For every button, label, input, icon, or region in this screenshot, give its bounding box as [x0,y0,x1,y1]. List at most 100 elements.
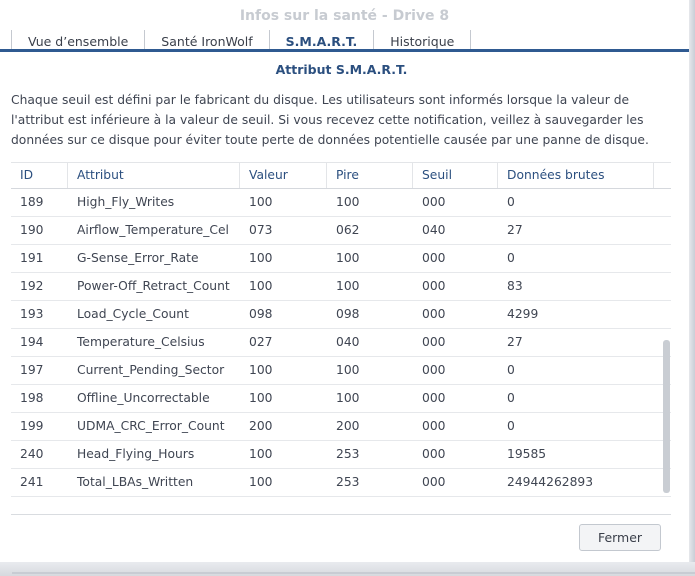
cell-value: 098 [249,307,273,321]
cell-worst: 253 [336,447,360,461]
table-row[interactable]: 193 Load_Cycle_Count 098 098 000 4299 [11,301,671,329]
cell-raw-data: 24944262893 [507,475,594,489]
table-row[interactable]: 197 Current_Pending_Sector 100 100 000 0 [11,357,671,385]
column-header-raw-data[interactable]: Données brutes [498,163,654,188]
cell-id: 193 [20,307,44,321]
cell-value: 100 [249,475,273,489]
cell-attribute: Total_LBAs_Written [77,475,194,489]
cell-worst: 253 [336,475,360,489]
window-title: Infos sur la santé - Drive 8 [239,8,450,24]
cell-id: 189 [20,195,44,209]
cell-threshold: 000 [422,195,446,209]
table-row[interactable]: 198 Offline_Uncorrectable 100 100 000 0 [11,385,671,413]
health-info-dialog: Infos sur la santé - Drive 8 Vue d’ensem… [0,0,695,576]
smart-attributes-table: ID Attribut Valeur Pire Seuil Données br… [11,162,671,502]
cell-raw-data: 27 [507,335,523,349]
cell-attribute: Power-Off_Retract_Count [77,279,230,293]
cell-threshold: 000 [422,363,446,377]
cell-id: 198 [20,391,44,405]
cell-raw-data: 0 [507,363,515,377]
close-button[interactable]: Fermer [579,524,661,551]
cell-value: 100 [249,391,273,405]
table-row[interactable]: 192 Power-Off_Retract_Count 100 100 000 83 [11,273,671,301]
cell-value: 073 [249,223,273,237]
table-row[interactable]: 194 Temperature_Celsius 027 040 000 27 [11,329,671,357]
cell-raw-data: 83 [507,279,523,293]
smart-description: Chaque seuil est défini par le fabricant… [11,93,649,147]
column-header-id[interactable]: ID [11,163,68,188]
cell-value: 100 [249,279,273,293]
cell-id: 190 [20,223,44,237]
cell-value: 027 [249,335,273,349]
cell-threshold: 000 [422,475,446,489]
cell-threshold: 000 [422,279,446,293]
cell-attribute: Load_Cycle_Count [77,307,189,321]
cell-id: 240 [20,447,44,461]
cell-value: 200 [249,419,273,433]
cell-raw-data: 4299 [507,307,539,321]
cell-raw-data: 0 [507,251,515,265]
column-header-threshold[interactable]: Seuil [413,163,498,188]
table-scrollbar[interactable] [663,340,670,493]
cell-raw-data: 0 [507,195,515,209]
cell-value: 100 [249,251,273,265]
column-header-worst[interactable]: Pire [327,163,413,188]
cell-worst: 100 [336,279,360,293]
background-window-edge [12,572,695,574]
cell-worst: 200 [336,419,360,433]
table-row[interactable]: 189 High_Fly_Writes 100 100 000 0 [11,189,671,217]
footer-divider [11,514,671,515]
cell-attribute: High_Fly_Writes [77,195,175,209]
tab-ironwolf-health[interactable]: Santé IronWolf [144,30,268,51]
tab-bar: Vue d’ensemble Santé IronWolf S.M.A.R.T.… [11,30,472,51]
cell-id: 192 [20,279,44,293]
column-header-value[interactable]: Valeur [240,163,327,188]
cell-id: 241 [20,475,44,489]
tab-history[interactable]: Historique [373,30,472,51]
tab-smart[interactable]: S.M.A.R.T. [268,30,374,51]
cell-threshold: 000 [422,447,446,461]
title-bar[interactable]: Infos sur la santé - Drive 8 [0,0,689,30]
cell-threshold: 000 [422,419,446,433]
cell-attribute: G-Sense_Error_Rate [77,251,199,265]
table-row[interactable]: 241 Total_LBAs_Written 100 253 000 2494426289… [11,469,671,497]
cell-worst: 100 [336,391,360,405]
cell-threshold: 000 [422,391,446,405]
table-header: ID Attribut Valeur Pire Seuil Données br… [11,162,671,189]
cell-id: 199 [20,419,44,433]
cell-raw-data: 0 [507,391,515,405]
table-row[interactable]: 199 UDMA_CRC_Error_Count 200 200 000 0 [11,413,671,441]
cell-id: 194 [20,335,44,349]
cell-raw-data: 19585 [507,447,547,461]
cell-threshold: 000 [422,307,446,321]
cell-attribute: UDMA_CRC_Error_Count [77,419,225,433]
column-header-spacer [654,163,671,188]
table-row[interactable]: 240 Head_Flying_Hours 100 253 000 19585 [11,441,671,469]
table-body: 189 High_Fly_Writes 100 100 000 0 190 Airflow_T… [11,189,671,497]
cell-attribute: Current_Pending_Sector [77,363,225,377]
table-row[interactable]: 190 Airflow_Temperature_Cel 073 062 040 27 [11,217,671,245]
cell-raw-data: 0 [507,419,515,433]
cell-worst: 062 [336,223,360,237]
tab-overview[interactable]: Vue d’ensemble [11,30,144,51]
cell-worst: 100 [336,363,360,377]
cell-value: 100 [249,447,273,461]
cell-worst: 100 [336,251,360,265]
section-title: Attribut S.M.A.R.T. [275,62,408,77]
cell-value: 100 [249,363,273,377]
cell-attribute: Head_Flying_Hours [77,447,195,461]
cell-threshold: 000 [422,251,446,265]
window-shadow-right [689,0,695,576]
cell-raw-data: 27 [507,223,523,237]
cell-attribute: Offline_Uncorrectable [77,391,210,405]
cell-id: 191 [20,251,44,265]
table-row[interactable]: 191 G-Sense_Error_Rate 100 100 000 0 [11,245,671,273]
cell-worst: 100 [336,195,360,209]
cell-threshold: 000 [422,335,446,349]
cell-worst: 040 [336,335,360,349]
cell-value: 100 [249,195,273,209]
cell-attribute: Airflow_Temperature_Cel [77,223,229,237]
column-header-attribute[interactable]: Attribut [68,163,240,188]
cell-id: 197 [20,363,44,377]
tab-underline [0,49,689,52]
